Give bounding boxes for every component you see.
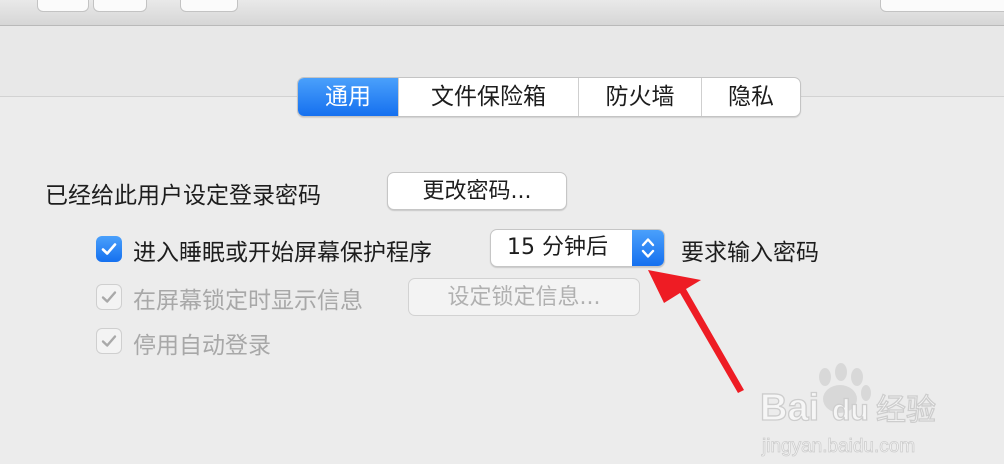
watermark-url: jingyan.baidu.com <box>761 436 915 457</box>
watermark-suffix: 经验 <box>876 393 936 428</box>
watermark-brand: Bai <box>760 387 819 429</box>
watermark-brand-du: du <box>832 394 869 427</box>
baidu-jingyan-watermark: Bai du 经验 jingyan.baidu.com <box>759 363 937 457</box>
